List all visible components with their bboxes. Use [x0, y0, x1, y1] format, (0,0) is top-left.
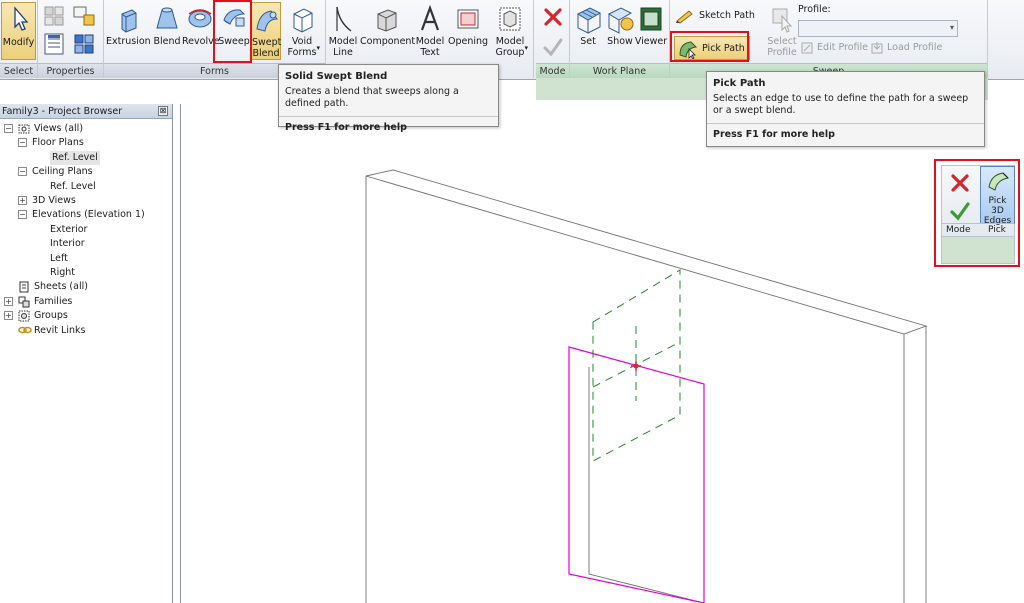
browser-item-label: Views (all): [34, 123, 84, 134]
browser-item-label: Right: [50, 267, 76, 278]
drawing-canvas[interactable]: [180, 104, 1024, 603]
dropdown-arrow-icon: ▾: [949, 23, 954, 32]
show-plane-icon: [606, 4, 634, 34]
model-group-icon: [496, 4, 524, 34]
opening-button[interactable]: Opening: [448, 2, 488, 60]
show-workplane-button[interactable]: Show: [604, 2, 636, 60]
collapse-icon[interactable]: −: [18, 167, 27, 177]
revolve-icon: [186, 4, 214, 34]
collapse-icon[interactable]: −: [4, 124, 13, 133]
select-profile-button[interactable]: Select Profile: [762, 2, 802, 60]
sweep-highlight: [213, 0, 252, 63]
blend-icon: [153, 4, 181, 34]
type-properties-icon[interactable]: [72, 32, 96, 56]
pick-3d-edges-panel: Pick 3D Edges Mode Pick: [934, 159, 1020, 267]
pick-path-highlight: [670, 31, 749, 62]
select-group: Modify Select: [0, 0, 38, 78]
browser-item-label: Exterior: [50, 223, 88, 235]
browser-item-label: Floor Plans: [32, 137, 84, 149]
family-types-icon[interactable]: [42, 4, 66, 28]
pick-3d-edges-icon: [987, 172, 1009, 191]
pick-panel-footer: [941, 237, 1015, 264]
collapse-icon[interactable]: −: [18, 210, 27, 220]
extrusion-icon: [114, 4, 142, 34]
grid-plane-icon: [574, 4, 602, 34]
expand-icon[interactable]: +: [4, 311, 13, 321]
edit-profile-icon: [801, 42, 813, 53]
project-browser-title: Family3 - Project Browser ⊠: [0, 104, 172, 119]
finish-checkmark-icon: [542, 36, 564, 58]
void-forms-button[interactable]: Void Forms ▾: [282, 2, 322, 60]
load-profile-icon: [871, 41, 883, 53]
model-group-button[interactable]: Model Group ▾: [490, 2, 530, 60]
cancel-icon[interactable]: [949, 172, 971, 194]
extrusion-button[interactable]: Extrusion: [106, 2, 151, 60]
component-button[interactable]: Component: [360, 2, 415, 60]
dropdown-arrow-icon: ▾: [316, 44, 320, 52]
void-forms-icon: [288, 4, 316, 34]
cancel-icon[interactable]: [542, 6, 564, 28]
browser-item-label: Sheets (all): [34, 281, 88, 293]
swept-blend-icon: [253, 5, 279, 35]
properties-group: Properties: [38, 0, 104, 78]
model-text-icon: [416, 4, 444, 34]
modify-button[interactable]: Modify: [1, 2, 36, 60]
wall-top-face: [365, 169, 928, 335]
pencil-icon: [676, 9, 693, 24]
properties-icon[interactable]: [42, 32, 66, 56]
opening-icon: [454, 4, 482, 34]
browser-item-label: Families: [34, 295, 73, 307]
pick-panel-labels: Mode Pick: [942, 223, 1014, 236]
browser-item-label: Ref. Level: [50, 180, 96, 192]
edit-profile-button[interactable]: Edit Profile: [800, 38, 868, 58]
pick-path-tooltip: Pick Path Selects an edge to use to defi…: [706, 71, 985, 147]
select-profile-icon: [768, 4, 796, 34]
family-category-icon[interactable]: [72, 4, 96, 28]
browser-item-label: Groups: [34, 310, 68, 322]
collapse-icon[interactable]: −: [18, 138, 27, 148]
load-profile-button[interactable]: Load Profile: [870, 38, 942, 58]
ribbon: Modify Select Properties Extrusion Blend…: [0, 0, 1024, 80]
swept-blend-button[interactable]: Swept Blend: [251, 2, 281, 60]
profile-dropdown[interactable]: ▾: [798, 20, 958, 37]
browser-item-label: Interior: [50, 238, 85, 250]
close-icon[interactable]: ⊠: [158, 106, 168, 116]
mode-group: Mode: [536, 0, 570, 78]
project-browser: Family3 - Project Browser ⊠ − Views (all)…: [0, 104, 173, 603]
opening-recess: [588, 367, 705, 603]
finish-checkmark-icon[interactable]: [949, 200, 971, 222]
browser-item-label: Ref. Level: [50, 150, 100, 165]
browser-item-label: Revit Links: [34, 324, 86, 336]
browser-item-label: Elevations (Elevation 1): [32, 209, 145, 221]
profile-label: Profile:: [798, 4, 831, 15]
expand-icon[interactable]: +: [18, 196, 27, 205]
component-icon: [372, 4, 400, 34]
set-workplane-button[interactable]: Set: [572, 2, 604, 60]
viewer-button[interactable]: Viewer: [634, 2, 668, 60]
work-plane-group: Set Show Viewer Work Plane: [570, 0, 670, 78]
swept-blend-tooltip: Solid Swept Blend Creates a blend that s…: [278, 64, 499, 133]
viewer-icon: [637, 4, 665, 34]
model-text-button[interactable]: Model Text: [412, 2, 448, 60]
blend-button[interactable]: Blend: [150, 2, 184, 60]
dropdown-arrow-icon: ▾: [524, 44, 528, 52]
revit-links-icon: [18, 325, 32, 340]
sketch-path-button[interactable]: Sketch Path: [674, 6, 755, 26]
browser-item-label: Left: [50, 252, 68, 264]
pick-3d-edges-button[interactable]: Pick 3D Edges: [980, 166, 1015, 226]
cursor-arrow-icon: [5, 5, 33, 35]
model-line-button[interactable]: Model Line: [326, 2, 360, 60]
origin-point-icon: [631, 361, 641, 371]
browser-item-label: Ceiling Plans: [32, 166, 93, 178]
browser-item-label: 3D Views: [32, 195, 76, 206]
3d-view: [365, 169, 928, 603]
model-line-icon: [329, 4, 357, 34]
pick-panel-body: Pick 3D Edges Mode Pick: [941, 165, 1015, 237]
expand-icon[interactable]: +: [4, 296, 13, 306]
